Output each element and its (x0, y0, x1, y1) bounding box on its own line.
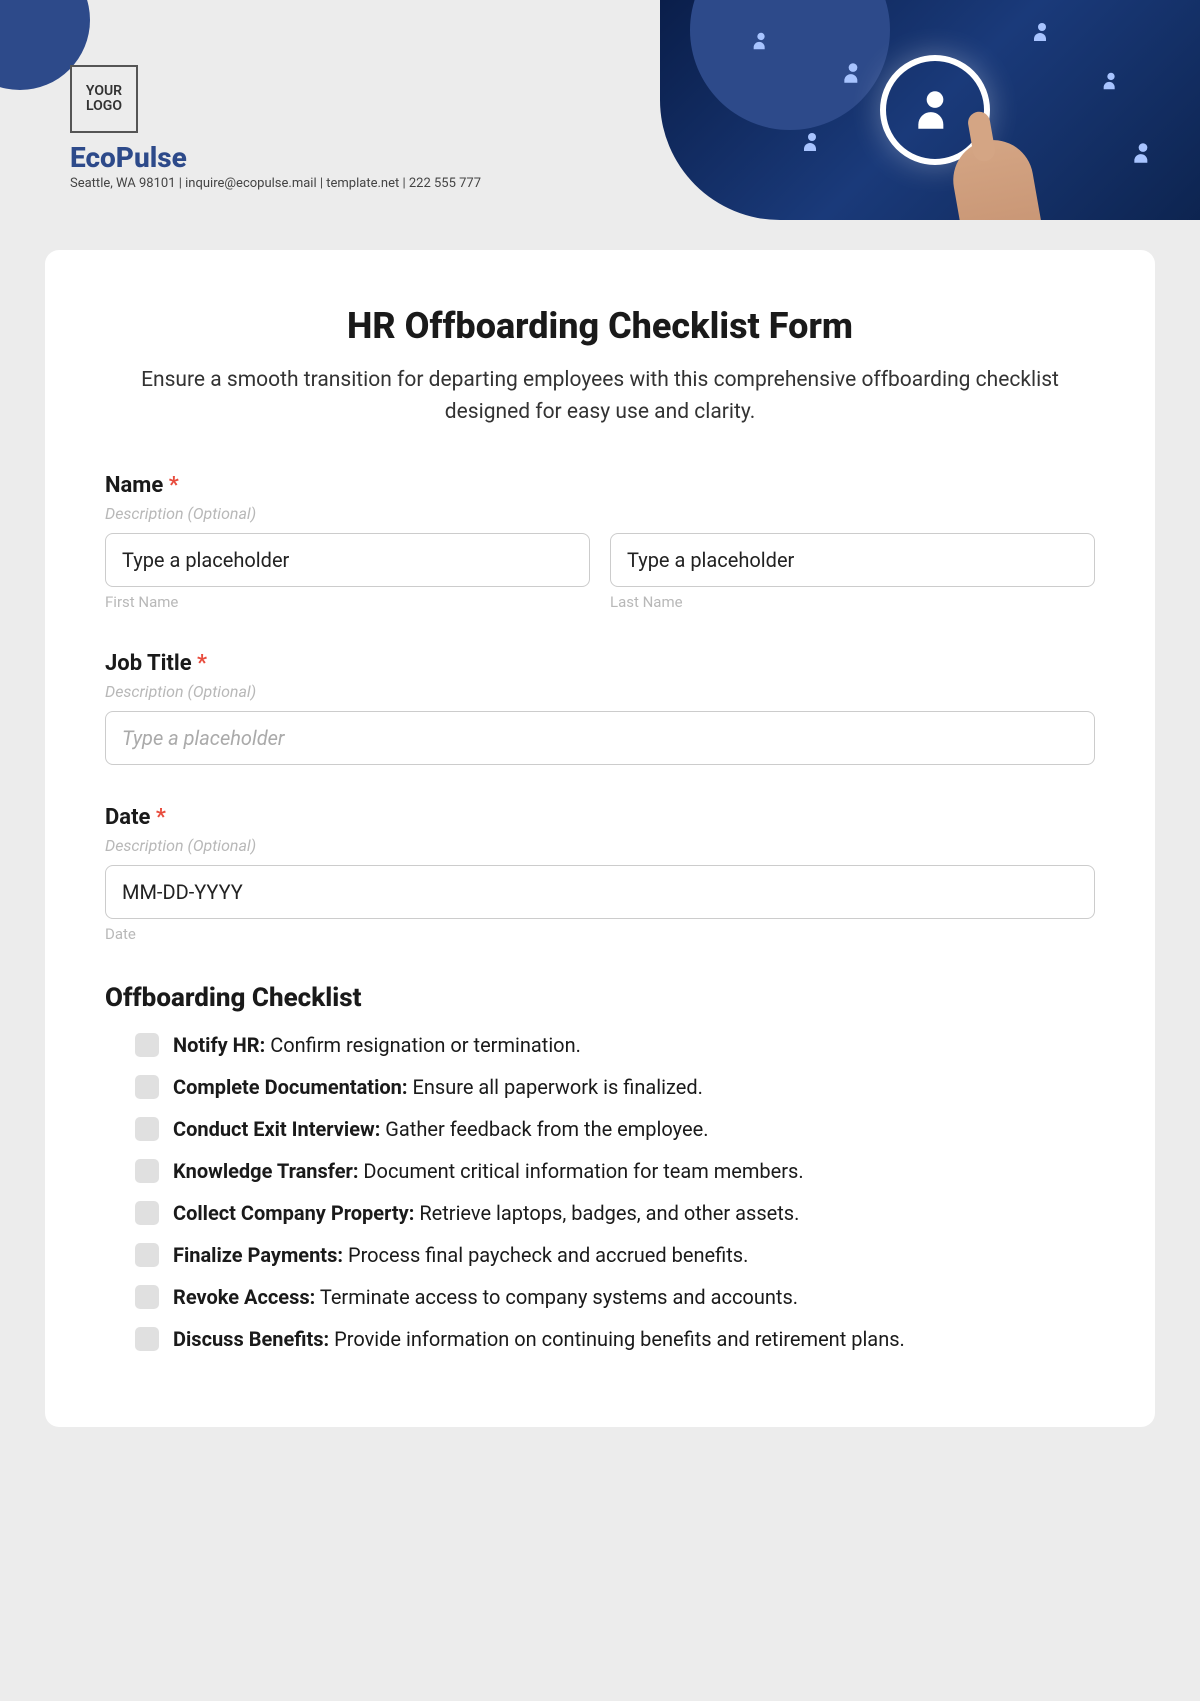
field-job-title: Job Title * Description (Optional) (105, 651, 1095, 765)
checklist-item-text: Notify HR: Confirm resignation or termin… (173, 1031, 581, 1059)
field-name: Name * Description (Optional) First Name… (105, 473, 1095, 611)
checklist-item-text: Complete Documentation: Ensure all paper… (173, 1073, 703, 1101)
date-sublabel: Date (105, 925, 1095, 943)
form-card: HR Offboarding Checklist Form Ensure a s… (45, 250, 1155, 1427)
hero-image (660, 0, 1200, 220)
checkbox[interactable] (135, 1327, 159, 1351)
form-title: HR Offboarding Checklist Form (105, 305, 1095, 347)
checklist-item: Discuss Benefits: Provide information on… (135, 1325, 1095, 1353)
brand-name: EcoPulse (70, 141, 481, 174)
checklist-item: Conduct Exit Interview: Gather feedback … (135, 1115, 1095, 1143)
page: YOUR LOGO EcoPulse Seattle, WA 98101 | i… (0, 0, 1200, 1701)
checklist-item: Complete Documentation: Ensure all paper… (135, 1073, 1095, 1101)
last-name-input[interactable] (610, 533, 1095, 587)
checklist-item-text: Knowledge Transfer: Document critical in… (173, 1157, 804, 1185)
person-icon (1100, 70, 1122, 92)
date-input[interactable] (105, 865, 1095, 919)
field-label: Date * (105, 805, 1095, 830)
checkbox[interactable] (135, 1285, 159, 1309)
first-name-sublabel: First Name (105, 593, 590, 611)
person-icon (1030, 20, 1054, 44)
checklist-item: Notify HR: Confirm resignation or termin… (135, 1031, 1095, 1059)
checklist-item-text: Discuss Benefits: Provide information on… (173, 1325, 905, 1353)
checkbox[interactable] (135, 1201, 159, 1225)
field-hint: Description (Optional) (105, 504, 1095, 523)
field-hint: Description (Optional) (105, 682, 1095, 701)
checkbox[interactable] (135, 1075, 159, 1099)
hero-content (660, 0, 1200, 220)
checkbox[interactable] (135, 1033, 159, 1057)
checklist-item: Revoke Access: Terminate access to compa… (135, 1283, 1095, 1311)
job-title-input[interactable] (105, 711, 1095, 765)
checklist-item-text: Collect Company Property: Retrieve lapto… (173, 1199, 799, 1227)
last-name-sublabel: Last Name (610, 593, 1095, 611)
checklist: Notify HR: Confirm resignation or termin… (105, 1031, 1095, 1353)
checklist-item-text: Revoke Access: Terminate access to compa… (173, 1283, 798, 1311)
person-icon (840, 60, 866, 86)
checklist-item: Collect Company Property: Retrieve lapto… (135, 1199, 1095, 1227)
first-name-input[interactable] (105, 533, 590, 587)
logo-placeholder: YOUR LOGO (70, 65, 138, 133)
person-icon (750, 30, 772, 52)
checklist-item-text: Conduct Exit Interview: Gather feedback … (173, 1115, 708, 1143)
brand-info: Seattle, WA 98101 | inquire@ecopulse.mai… (70, 176, 481, 191)
checklist-title: Offboarding Checklist (105, 983, 1095, 1013)
person-icon (800, 130, 824, 154)
person-icon (1130, 140, 1156, 166)
checklist-item: Finalize Payments: Process final paychec… (135, 1241, 1095, 1269)
checkbox[interactable] (135, 1159, 159, 1183)
brand-block: YOUR LOGO EcoPulse Seattle, WA 98101 | i… (70, 65, 481, 191)
checklist-item: Knowledge Transfer: Document critical in… (135, 1157, 1095, 1185)
field-label: Name * (105, 473, 1095, 498)
checkbox[interactable] (135, 1117, 159, 1141)
field-date: Date * Description (Optional) Date (105, 805, 1095, 943)
checkbox[interactable] (135, 1243, 159, 1267)
checklist-item-text: Finalize Payments: Process final paychec… (173, 1241, 748, 1269)
field-hint: Description (Optional) (105, 836, 1095, 855)
header: YOUR LOGO EcoPulse Seattle, WA 98101 | i… (0, 0, 1200, 220)
field-label: Job Title * (105, 651, 1095, 676)
form-description: Ensure a smooth transition for departing… (105, 365, 1095, 428)
